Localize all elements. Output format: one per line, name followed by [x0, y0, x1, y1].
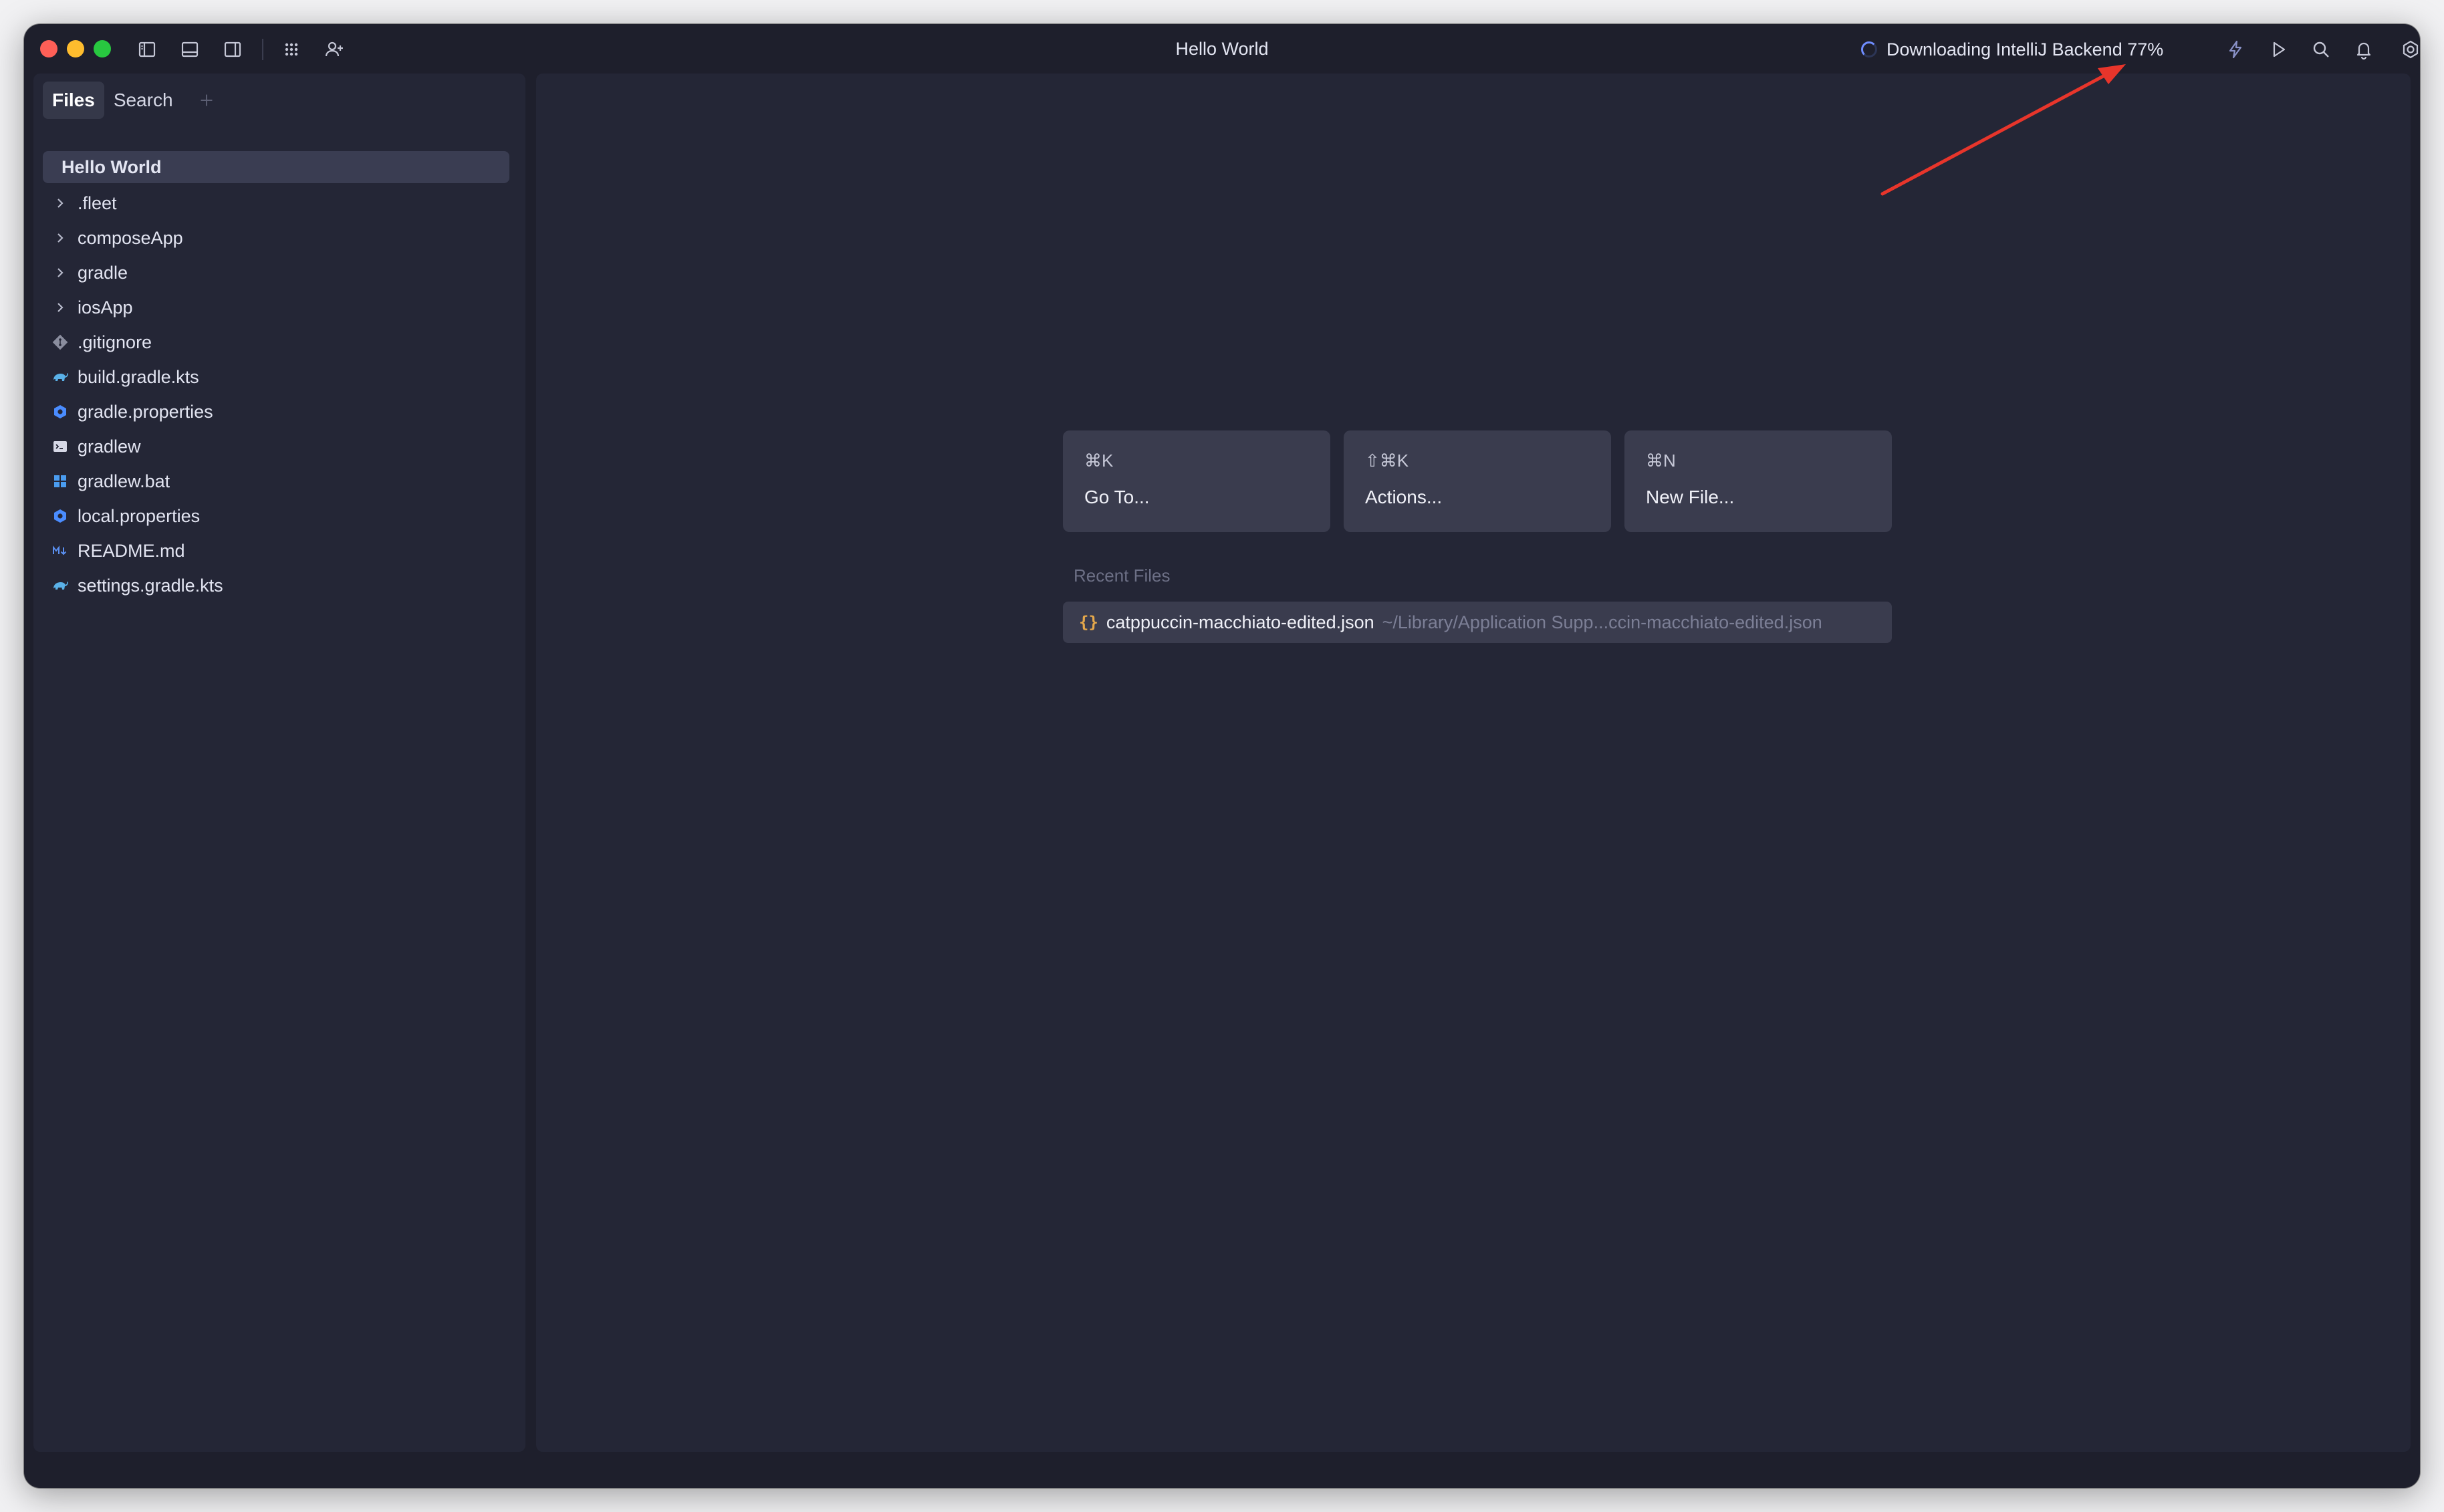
tree-item-gitignore[interactable]: .gitignore	[43, 325, 509, 360]
gradle-icon	[43, 360, 78, 394]
goto-button[interactable]: ⌘K Go To...	[1063, 430, 1330, 532]
app-window: Hello World Downloading IntelliJ Backend…	[24, 24, 2420, 1488]
tree-item-label: build.gradle.kts	[78, 366, 199, 387]
quick-action-cards: ⌘K Go To... ⇧⌘K Actions... ⌘N New File..…	[1063, 430, 1892, 532]
windows-icon	[43, 464, 78, 499]
properties-icon	[43, 394, 78, 429]
tree-item-gradle-properties[interactable]: gradle.properties	[43, 394, 509, 429]
tree-item-label: .fleet	[78, 193, 117, 213]
recent-file-name: catppuccin-macchiato-edited.json	[1106, 612, 1374, 632]
tree-item-label: local.properties	[78, 505, 201, 526]
tree-item-label: gradlew	[78, 436, 141, 457]
markdown-icon	[43, 533, 78, 568]
tree-item-gradlew-bat[interactable]: gradlew.bat	[43, 464, 509, 499]
editor-area: ⌘K Go To... ⇧⌘K Actions... ⌘N New File..…	[536, 74, 2411, 1452]
tree-item-fleet[interactable]: .fleet	[43, 186, 509, 221]
tree-root-hello-world[interactable]: Hello World	[43, 151, 509, 183]
tree-item-composeapp[interactable]: composeApp	[43, 221, 509, 255]
grid-icon[interactable]	[278, 36, 305, 63]
lightning-icon[interactable]	[2222, 36, 2249, 63]
tree-item-label: Hello World	[62, 156, 162, 177]
tree-item-readme-md[interactable]: README.md	[43, 533, 509, 568]
status-text: Downloading IntelliJ Backend 77%	[1886, 39, 2164, 59]
tree-item-gradlew[interactable]: gradlew	[43, 429, 509, 464]
loading-spinner-icon	[1861, 41, 1877, 57]
maximize-window-button[interactable]	[94, 40, 111, 57]
tree-item-build-gradle-kts[interactable]: build.gradle.kts	[43, 360, 509, 394]
status-bar	[24, 1452, 2420, 1488]
new-file-button[interactable]: ⌘N New File...	[1624, 430, 1892, 532]
close-window-button[interactable]	[40, 40, 57, 57]
backend-status[interactable]: Downloading IntelliJ Backend 77%	[1861, 36, 2163, 63]
sidebar-tabs: Files Search	[43, 82, 220, 119]
tree-item-label: README.md	[78, 540, 185, 561]
tree-item-local-properties[interactable]: local.properties	[43, 499, 509, 533]
tree-item-label: composeApp	[78, 227, 183, 248]
file-explorer-panel: Files Search Hello World .fleet composeA…	[33, 74, 525, 1452]
chevron-right-icon[interactable]	[43, 290, 78, 325]
actions-button[interactable]: ⇧⌘K Actions...	[1344, 430, 1611, 532]
panel-bottom-icon[interactable]	[176, 36, 203, 63]
git-icon	[43, 325, 78, 360]
sidebar-right-icon[interactable]	[219, 36, 246, 63]
recent-files-heading: Recent Files	[1074, 565, 1171, 586]
tab-search[interactable]: Search	[104, 82, 182, 119]
terminal-icon	[43, 429, 78, 464]
card-label: Actions...	[1365, 487, 1443, 507]
shortcut-hint: ⌘K	[1084, 451, 1114, 471]
sidebar-left-icon[interactable]	[134, 36, 160, 63]
tree-item-label: settings.gradle.kts	[78, 575, 223, 596]
recent-file-path: ~/Library/Application Supp...ccin-macchi…	[1382, 612, 1822, 632]
search-icon[interactable]	[2308, 36, 2334, 63]
json-file-icon: {}	[1079, 613, 1098, 632]
recent-file-item[interactable]: {} catppuccin-macchiato-edited.json ~/Li…	[1063, 602, 1892, 643]
play-icon[interactable]	[2265, 36, 2292, 63]
chevron-right-icon[interactable]	[43, 221, 78, 255]
tree-item-label: gradlew.bat	[78, 471, 170, 491]
toolbar-divider	[262, 39, 263, 60]
chevron-right-icon[interactable]	[43, 255, 78, 290]
title-bar: Hello World Downloading IntelliJ Backend…	[24, 24, 2420, 74]
tree-item-label: gradle	[78, 262, 128, 283]
tab-files[interactable]: Files	[43, 82, 104, 119]
file-tree: Hello World .fleet composeApp gradle ios…	[43, 151, 509, 603]
add-tab-icon[interactable]	[193, 87, 220, 114]
gear-icon[interactable]	[2397, 36, 2420, 63]
shortcut-hint: ⌘N	[1646, 451, 1676, 471]
minimize-window-button[interactable]	[67, 40, 84, 57]
tree-item-label: gradle.properties	[78, 401, 213, 422]
tree-item-label: .gitignore	[78, 332, 152, 352]
tree-item-settings-gradle-kts[interactable]: settings.gradle.kts	[43, 568, 509, 603]
bell-icon[interactable]	[2350, 36, 2377, 63]
card-label: New File...	[1646, 487, 1735, 507]
chevron-right-icon[interactable]	[43, 186, 78, 221]
tree-item-label: iosApp	[78, 297, 133, 318]
properties-icon	[43, 499, 78, 533]
shortcut-hint: ⇧⌘K	[1365, 451, 1409, 471]
add-user-icon[interactable]	[321, 36, 348, 63]
tree-item-iosapp[interactable]: iosApp	[43, 290, 509, 325]
tree-item-gradle[interactable]: gradle	[43, 255, 509, 290]
gradle-icon	[43, 568, 78, 603]
card-label: Go To...	[1084, 487, 1150, 507]
